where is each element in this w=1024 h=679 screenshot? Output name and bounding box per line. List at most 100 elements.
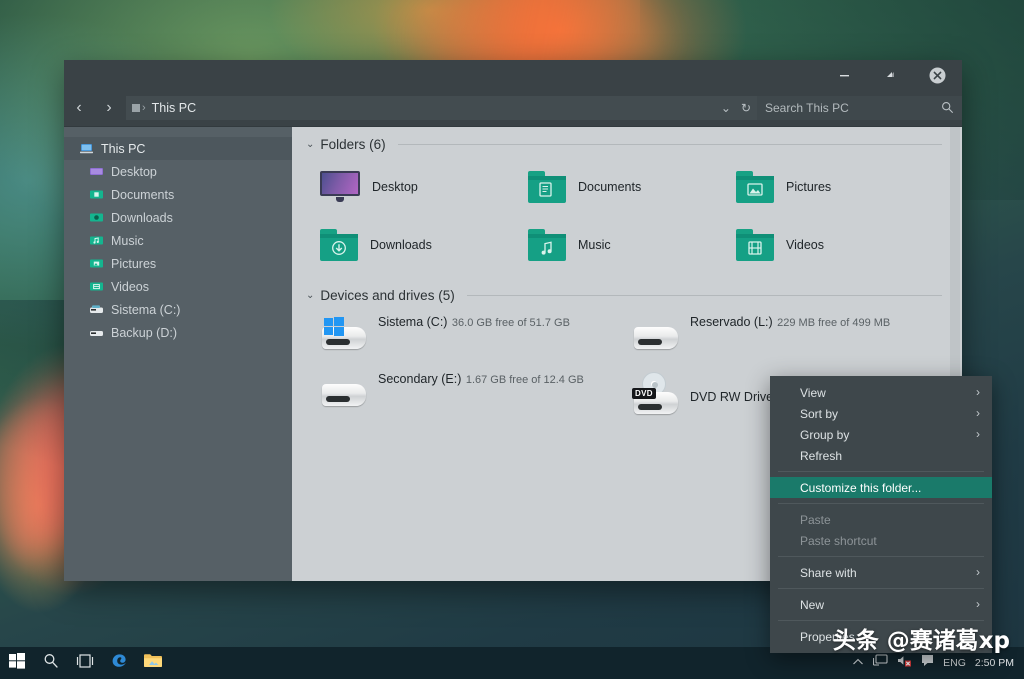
- pictures-icon: [90, 257, 103, 270]
- group-header-label: Folders (6): [320, 137, 385, 152]
- search-icon: [43, 653, 59, 674]
- list-item[interactable]: Videos: [722, 216, 930, 274]
- menu-item-paste[interactable]: Paste: [770, 509, 992, 530]
- network-monitor-icon[interactable]: [873, 654, 888, 672]
- item-label: Music: [578, 238, 611, 252]
- menu-item-customize-this-folder[interactable]: Customize this folder...: [770, 477, 992, 498]
- action-center-icon[interactable]: [921, 654, 934, 672]
- menu-separator: [778, 556, 984, 557]
- breadcrumb[interactable]: This PC: [152, 101, 196, 115]
- music-folder-icon: [528, 229, 566, 261]
- item-label: Videos: [786, 238, 824, 252]
- list-item[interactable]: Documents: [514, 158, 722, 216]
- explorer-button[interactable]: [136, 647, 170, 679]
- sidebar-item-label: This PC: [101, 142, 145, 156]
- sidebar-item-label: Downloads: [111, 211, 173, 225]
- menu-item-view[interactable]: View ›: [770, 382, 992, 403]
- group-header-label: Devices and drives (5): [320, 288, 454, 303]
- menu-item-new[interactable]: New ›: [770, 594, 992, 615]
- drive-name: Sistema (C:): [378, 315, 447, 329]
- sidebar-item-downloads[interactable]: Downloads: [64, 206, 292, 229]
- monitor-icon: [320, 171, 360, 203]
- scrollbar-thumb[interactable]: [950, 127, 960, 377]
- chevron-down-icon[interactable]: ⌄: [306, 290, 314, 301]
- search-input[interactable]: Search This PC: [757, 96, 962, 120]
- context-menu[interactable]: View › Sort by › Group by › Refresh Cust…: [770, 376, 992, 653]
- navigation-pane: This PC Desktop Documents Downloads: [64, 127, 292, 581]
- chevron-up-icon[interactable]: [852, 654, 864, 672]
- forward-chevron-icon[interactable]: ›: [94, 90, 124, 127]
- sidebar-item-label: Documents: [111, 188, 174, 202]
- volume-muted-icon[interactable]: [897, 654, 912, 672]
- sidebar-item-sistema-c[interactable]: Sistema (C:): [64, 298, 292, 321]
- menu-item-refresh[interactable]: Refresh: [770, 445, 992, 466]
- drive-name: Secondary (E:): [378, 372, 461, 386]
- sidebar-item-backup-d[interactable]: Backup (D:): [64, 321, 292, 344]
- sidebar-item-desktop[interactable]: Desktop: [64, 160, 292, 183]
- folders-group-header[interactable]: ⌄ Folders (6): [292, 137, 962, 152]
- folders-grid: Desktop Documents Pictures: [292, 152, 962, 274]
- chevron-down-icon[interactable]: ⌄: [721, 101, 731, 115]
- menu-separator: [778, 588, 984, 589]
- maximize-button[interactable]: [868, 60, 914, 90]
- list-item[interactable]: Pictures: [722, 158, 930, 216]
- close-button[interactable]: [914, 60, 960, 90]
- task-view-button[interactable]: [68, 647, 102, 679]
- windows-drive-icon: [320, 317, 368, 357]
- hard-drive-icon: [320, 374, 368, 414]
- menu-item-sort-by[interactable]: Sort by ›: [770, 403, 992, 424]
- list-item[interactable]: Music: [514, 216, 722, 274]
- sidebar-item-documents[interactable]: Documents: [64, 183, 292, 206]
- group-header-rule: [398, 144, 942, 145]
- list-item[interactable]: Reservado (L:) 229 MB free of 499 MB: [618, 311, 930, 368]
- clock[interactable]: 2:50 PM: [975, 657, 1014, 669]
- menu-item-group-by[interactable]: Group by ›: [770, 424, 992, 445]
- chevron-right-icon: ›: [976, 385, 980, 399]
- up-arrow-icon[interactable]: [132, 104, 140, 112]
- chevron-down-icon[interactable]: ⌄: [306, 139, 314, 150]
- refresh-icon[interactable]: ↻: [741, 101, 751, 115]
- drive-icon: [90, 326, 103, 339]
- drive-free-space: 1.67 GB free of 12.4 GB: [466, 374, 584, 386]
- list-item[interactable]: Downloads: [306, 216, 514, 274]
- address-bar[interactable]: › This PC ⌄ ↻: [126, 96, 757, 120]
- back-chevron-icon[interactable]: ‹: [64, 90, 94, 127]
- sidebar-item-label: Desktop: [111, 165, 157, 179]
- drive-free-space: 229 MB free of 499 MB: [777, 317, 890, 329]
- downloads-folder-icon: [320, 229, 358, 261]
- edge-button[interactable]: [102, 647, 136, 679]
- sidebar-item-pictures[interactable]: Pictures: [64, 252, 292, 275]
- menu-item-label: New: [800, 598, 824, 612]
- language-indicator[interactable]: ENG: [943, 657, 966, 669]
- list-item[interactable]: Desktop: [306, 158, 514, 216]
- menu-item-label: Paste: [800, 513, 831, 527]
- list-item[interactable]: Secondary (E:) 1.67 GB free of 12.4 GB: [306, 368, 618, 425]
- search-button[interactable]: [34, 647, 68, 679]
- sidebar-item-videos[interactable]: Videos: [64, 275, 292, 298]
- window-title-bar[interactable]: [64, 60, 962, 90]
- drives-group-header[interactable]: ⌄ Devices and drives (5): [292, 288, 962, 303]
- menu-item-share-with[interactable]: Share with ›: [770, 562, 992, 583]
- drive-name: Reservado (L:): [690, 315, 773, 329]
- sidebar-item-label: Videos: [111, 280, 149, 294]
- edge-icon: [111, 652, 128, 674]
- chevron-right-icon: ›: [976, 427, 980, 441]
- documents-icon: [90, 188, 103, 201]
- sidebar-item-label: Pictures: [111, 257, 156, 271]
- menu-item-label: Paste shortcut: [800, 534, 877, 548]
- start-button[interactable]: [0, 647, 34, 679]
- item-label: Pictures: [786, 180, 831, 194]
- dvd-badge: DVD: [632, 388, 656, 399]
- menu-item-paste-shortcut[interactable]: Paste shortcut: [770, 530, 992, 551]
- list-item[interactable]: Sistema (C:) 36.0 GB free of 51.7 GB: [306, 311, 618, 368]
- sidebar-item-music[interactable]: Music: [64, 229, 292, 252]
- system-tray: ENG 2:50 PM: [852, 654, 1024, 672]
- sidebar-item-this-pc[interactable]: This PC: [64, 137, 292, 160]
- music-icon: [90, 234, 103, 247]
- chevron-right-icon: ›: [976, 406, 980, 420]
- minimize-button[interactable]: [821, 60, 867, 90]
- sidebar-item-label: Backup (D:): [111, 326, 177, 340]
- menu-item-label: Refresh: [800, 449, 842, 463]
- search-icon[interactable]: [941, 101, 954, 119]
- chevron-right-icon: ›: [976, 597, 980, 611]
